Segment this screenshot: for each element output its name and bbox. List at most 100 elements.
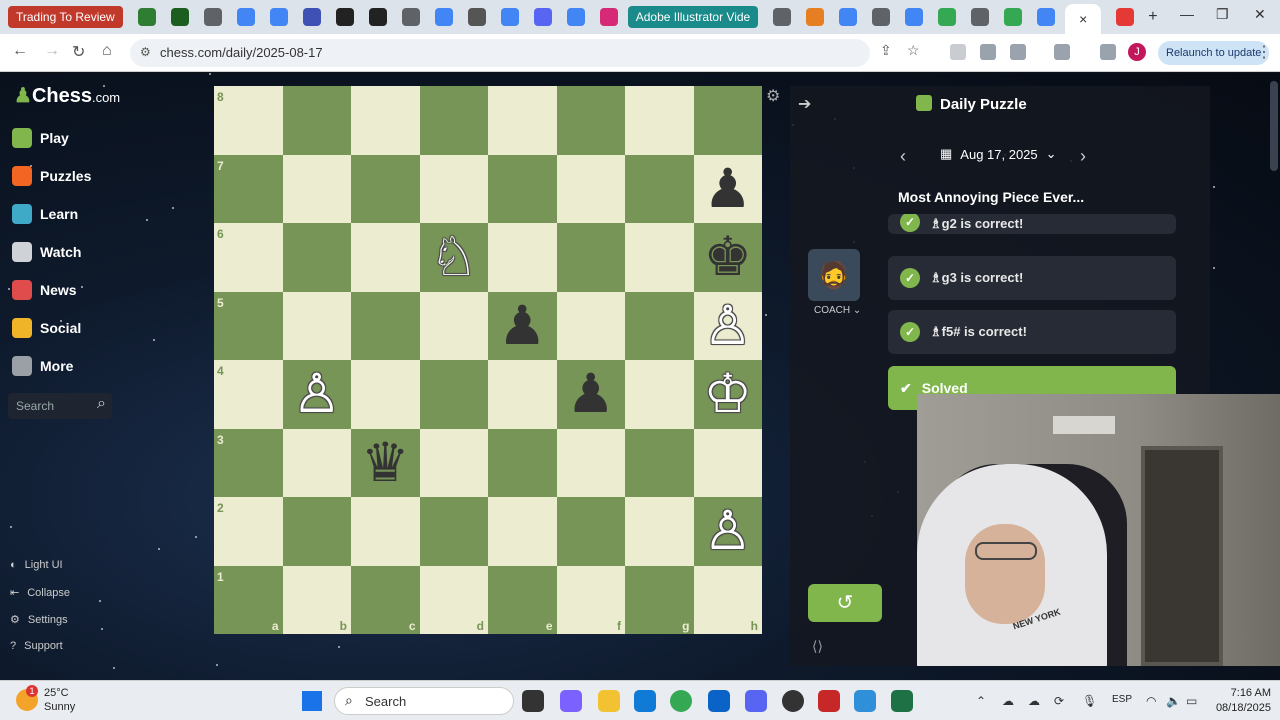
square-g2[interactable] xyxy=(625,497,694,566)
piece-h4[interactable]: ♔ xyxy=(694,360,763,429)
extensions-puzzle-icon[interactable] xyxy=(1010,44,1026,60)
reload-icon[interactable]: ↻ xyxy=(72,42,85,62)
square-b1[interactable]: b xyxy=(282,565,351,634)
square-g1[interactable]: g xyxy=(625,565,694,634)
piece-e5[interactable]: ♟ xyxy=(488,292,557,361)
square-d3[interactable] xyxy=(419,428,488,497)
extension-icon[interactable] xyxy=(980,44,996,60)
tab-adobe-illustrator[interactable]: Adobe Illustrator Vide xyxy=(627,6,759,28)
square-d2[interactable] xyxy=(419,497,488,566)
taskbar-search[interactable]: ⌕ Search xyxy=(334,687,514,715)
file-explorer-icon[interactable] xyxy=(598,690,620,712)
tab-trading-to-review[interactable]: Trading To Review xyxy=(8,6,123,28)
square-a7[interactable]: 7 xyxy=(214,154,283,223)
share-icon[interactable]: ⟨⟩ xyxy=(812,638,823,655)
square-e7[interactable] xyxy=(488,154,557,223)
weather-condition[interactable]: Sunny xyxy=(44,701,75,713)
coach-dropdown[interactable]: COACH ⌄ xyxy=(814,305,861,316)
windows-start-icon[interactable] xyxy=(302,691,322,711)
piece-f4[interactable]: ♟ xyxy=(557,360,626,429)
square-g3[interactable] xyxy=(625,428,694,497)
board-settings-gear-icon[interactable]: ⚙ xyxy=(766,86,780,106)
install-app-icon[interactable]: ⇪ xyxy=(880,42,892,59)
square-e4[interactable] xyxy=(488,360,557,429)
chess-com-logo[interactable]: ♟Chess.com xyxy=(14,83,120,108)
app-icon[interactable] xyxy=(854,690,876,712)
tab-favicon-icon[interactable] xyxy=(806,8,825,26)
forward-arrow-icon[interactable]: → xyxy=(44,42,60,60)
square-c8[interactable] xyxy=(351,86,420,155)
volume-icon[interactable]: 🔈 xyxy=(1166,694,1181,708)
square-g7[interactable] xyxy=(625,154,694,223)
tray-chevron-up-icon[interactable]: ⌃ xyxy=(976,694,986,708)
square-f1[interactable]: f xyxy=(556,565,625,634)
square-f7[interactable] xyxy=(556,154,625,223)
square-c2[interactable] xyxy=(351,497,420,566)
copilot-icon[interactable] xyxy=(560,690,582,712)
url-text[interactable]: chess.com/daily/2025-08-17 xyxy=(160,45,323,60)
square-c1[interactable]: c xyxy=(351,565,420,634)
coach-avatar[interactable]: 🧔 xyxy=(808,249,860,301)
square-e3[interactable] xyxy=(488,428,557,497)
sidebar-item-watch[interactable]: Watch xyxy=(12,237,81,267)
tab-favicon-icon[interactable] xyxy=(401,8,420,26)
square-g8[interactable] xyxy=(625,86,694,155)
date-picker[interactable]: ▦ Aug 17, 2025 ⌄ xyxy=(940,146,1057,162)
square-b6[interactable] xyxy=(282,223,351,292)
new-tab-button[interactable]: + xyxy=(1148,8,1157,26)
tab-favicon-icon[interactable] xyxy=(335,8,354,26)
square-e2[interactable] xyxy=(488,497,557,566)
side-panel-icon[interactable] xyxy=(1054,44,1070,60)
microphone-icon[interactable]: 🎙 xyxy=(1082,694,1097,708)
square-b7[interactable] xyxy=(282,154,351,223)
tab-favicon-icon[interactable] xyxy=(203,8,222,26)
square-d1[interactable]: d xyxy=(419,565,488,634)
google-icon[interactable] xyxy=(269,8,288,26)
piece-d6[interactable]: ♘ xyxy=(420,223,489,292)
previous-day-button[interactable]: ‹ xyxy=(900,146,906,167)
sidebar-item-news[interactable]: News xyxy=(12,275,77,305)
home-icon[interactable]: ⌂ xyxy=(102,42,112,60)
outlook-icon[interactable] xyxy=(708,690,730,712)
square-d7[interactable] xyxy=(419,154,488,223)
bookmark-star-icon[interactable]: ☆ xyxy=(907,42,920,59)
cloud-icon[interactable]: ☁ xyxy=(1002,694,1014,708)
onedrive-icon[interactable]: ☁ xyxy=(1028,694,1040,708)
square-a1[interactable]: 1a xyxy=(214,565,283,634)
square-c7[interactable] xyxy=(351,154,420,223)
piece-h7[interactable]: ♟ xyxy=(694,155,763,224)
sidebar-item-learn[interactable]: Learn xyxy=(12,199,78,229)
shield-app-icon[interactable] xyxy=(818,690,840,712)
site-info-icon[interactable]: ⚙ xyxy=(140,45,151,59)
youtube-icon[interactable] xyxy=(1116,8,1135,26)
square-e1[interactable]: e xyxy=(488,565,557,634)
google-icon[interactable] xyxy=(905,8,924,26)
tab-favicon-icon[interactable] xyxy=(170,8,189,26)
battery-icon[interactable]: ▭ xyxy=(1186,694,1197,708)
instagram-icon[interactable] xyxy=(599,8,618,26)
extension-icon[interactable] xyxy=(950,44,966,60)
tab-favicon-icon[interactable] xyxy=(971,8,990,26)
tab-favicon-icon[interactable] xyxy=(773,8,792,26)
clock-date[interactable]: 08/18/2025 xyxy=(1211,702,1271,714)
sidebar-item-more[interactable]: More xyxy=(12,351,73,381)
square-a5[interactable]: 5 xyxy=(214,291,283,360)
square-e8[interactable] xyxy=(488,86,557,155)
document-icon[interactable] xyxy=(467,8,486,26)
piece-h2[interactable]: ♙ xyxy=(694,497,763,566)
edge-icon[interactable] xyxy=(634,690,656,712)
app-icon[interactable] xyxy=(782,690,804,712)
square-c4[interactable] xyxy=(351,360,420,429)
excel-icon[interactable] xyxy=(891,690,913,712)
square-g4[interactable] xyxy=(625,360,694,429)
page-scrollbar[interactable] xyxy=(1270,81,1278,171)
square-g5[interactable] xyxy=(625,291,694,360)
square-d8[interactable] xyxy=(419,86,488,155)
square-a2[interactable]: 2 xyxy=(214,497,283,566)
weather-temp[interactable]: 25°C xyxy=(44,687,69,699)
square-b3[interactable] xyxy=(282,428,351,497)
square-e6[interactable] xyxy=(488,223,557,292)
clock-time[interactable]: 7:16 AM xyxy=(1223,687,1271,699)
discord-icon[interactable] xyxy=(745,690,767,712)
square-a8[interactable]: 8 xyxy=(214,86,283,155)
